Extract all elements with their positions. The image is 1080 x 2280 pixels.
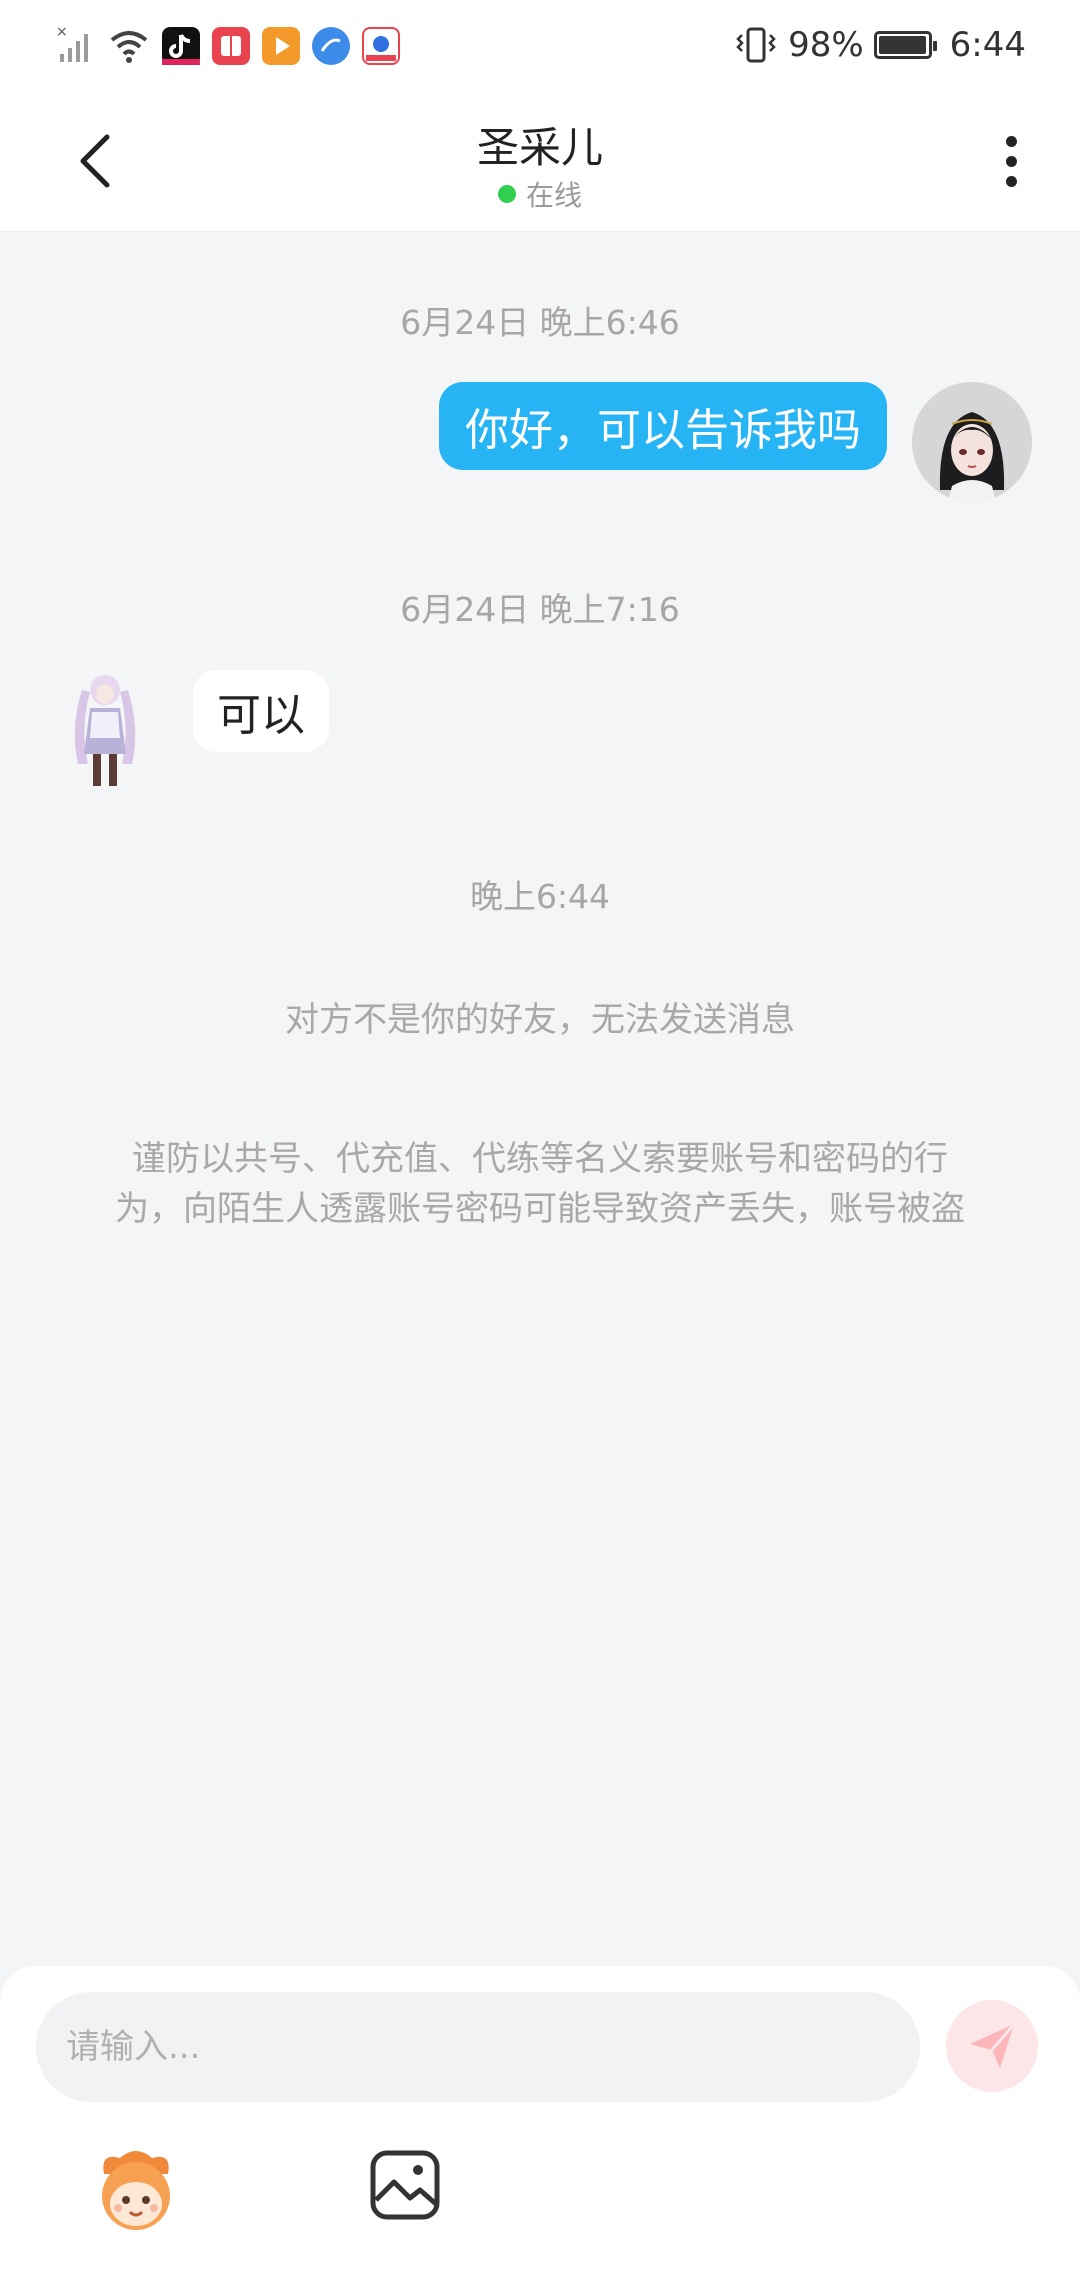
security-warning-line: 谨防以共号、代充值、代练等名义索要账号和密码的行 — [132, 1139, 948, 1179]
send-icon — [970, 2023, 1016, 2068]
not-friend-notice: 对方不是你的好友，无法发送消息 — [285, 1000, 795, 1040]
status-bar-left: × — [56, 24, 400, 68]
emoji-mascot-icon — [102, 2151, 170, 2230]
more-vertical-icon — [1005, 135, 1017, 147]
image-button[interactable] — [368, 2148, 442, 2222]
status-bar-right: 98% 6:44 — [734, 22, 1026, 68]
online-status-label: 在线 — [525, 179, 582, 212]
emoji-button[interactable] — [90, 2144, 182, 2236]
tiktok-icon — [162, 27, 200, 65]
wifi-icon — [110, 31, 148, 63]
timestamp: 晚上6:44 — [469, 877, 611, 916]
image-icon — [370, 2150, 440, 2220]
received-message-bubble[interactable]: 可以 — [193, 670, 329, 752]
video-app-icon — [262, 27, 300, 65]
chat-header: 圣采儿 在线 — [0, 90, 1080, 232]
timestamp: 6月24日 晚上7:16 — [400, 590, 680, 629]
more-options-button[interactable] — [986, 126, 1036, 196]
timestamp: 6月24日 晚上6:46 — [400, 303, 680, 342]
battery-percent: 98% — [788, 25, 864, 65]
online-dot-icon — [497, 185, 516, 203]
book-app-icon — [212, 27, 250, 65]
baidu-icon — [362, 27, 400, 65]
svg-text:×: × — [56, 26, 68, 40]
contact-name: 圣采儿 — [476, 123, 603, 172]
battery-icon — [873, 31, 937, 59]
browser-icon — [312, 27, 350, 65]
status-bar: × 98% 6:44 — [0, 0, 1080, 90]
security-warning-line: 为，向陌生人透露账号密码可能导致资产丢失，账号被盗 — [115, 1189, 965, 1229]
message-input[interactable] — [36, 1992, 920, 2102]
no-signal-icon: × — [56, 26, 88, 62]
online-status: 在线 — [0, 174, 1080, 214]
my-avatar[interactable] — [912, 382, 1032, 502]
send-button[interactable] — [946, 2000, 1038, 2092]
contact-avatar[interactable] — [60, 668, 150, 790]
clock: 6:44 — [949, 25, 1026, 65]
composer-panel — [0, 1966, 1080, 2280]
vibrate-icon — [736, 27, 776, 63]
sent-message-bubble[interactable]: 你好，可以告诉我吗 — [439, 382, 887, 470]
security-warning: 谨防以共号、代充值、代练等名义索要账号和密码的行 为，向陌生人透露账号密码可能导… — [80, 1134, 1000, 1234]
